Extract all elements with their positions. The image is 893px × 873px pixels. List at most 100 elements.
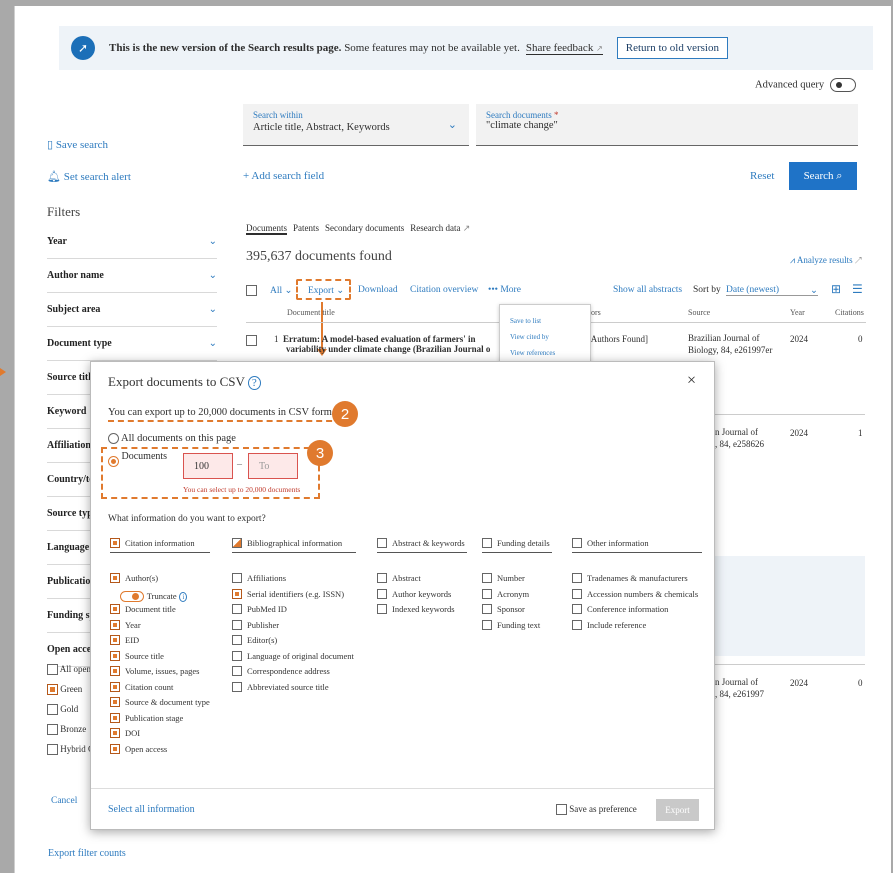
checkbox[interactable] bbox=[232, 681, 242, 692]
filter-3[interactable]: Document type ⌄ bbox=[47, 327, 217, 361]
checkbox[interactable] bbox=[110, 728, 120, 739]
advanced-query-toggle[interactable] bbox=[830, 78, 857, 92]
info-icon[interactable]: i bbox=[179, 592, 188, 602]
open-access-option[interactable]: Gold bbox=[47, 704, 78, 716]
export-option[interactable]: Author(s) bbox=[110, 571, 210, 587]
export-option[interactable]: Indexed keywords bbox=[377, 602, 467, 618]
export-button[interactable]: Export bbox=[656, 799, 699, 821]
checkbox[interactable] bbox=[110, 681, 120, 692]
checkbox[interactable] bbox=[110, 712, 120, 723]
row-source[interactable]: Brazilian Journal of Biology, 84, e261997… bbox=[688, 332, 772, 356]
export-option[interactable]: Include reference bbox=[572, 617, 702, 633]
checkbox[interactable] bbox=[572, 588, 582, 599]
all-documents-option[interactable]: All documents on this page bbox=[108, 433, 236, 445]
export-option[interactable]: EID bbox=[110, 633, 210, 649]
checkbox[interactable] bbox=[232, 635, 242, 646]
info-icon[interactable]: ? bbox=[247, 376, 261, 390]
checkbox[interactable] bbox=[482, 588, 492, 599]
analyze-results-link[interactable]: ⩘ Analyze results ↗ bbox=[790, 255, 862, 266]
grid-view-icon[interactable]: ⊞ bbox=[831, 282, 841, 297]
checkbox[interactable] bbox=[377, 588, 387, 599]
column-header[interactable]: Bibliographical information bbox=[232, 537, 356, 553]
export-option[interactable]: Abstract bbox=[377, 571, 467, 587]
export-option[interactable]: Source & document type bbox=[110, 695, 210, 711]
row-checkbox[interactable] bbox=[246, 334, 257, 346]
filter-1[interactable]: Author name ⌄ bbox=[47, 259, 217, 293]
column-checkbox[interactable] bbox=[572, 537, 582, 548]
export-option[interactable]: Editor(s) bbox=[232, 633, 356, 649]
add-search-field-button[interactable]: + Add search field bbox=[243, 170, 324, 182]
documents-range-radio[interactable] bbox=[108, 456, 119, 468]
save-search-link[interactable]: ▯ Save search bbox=[47, 138, 108, 151]
checkbox[interactable] bbox=[232, 604, 242, 615]
tab-secondary-documents[interactable]: Secondary documents bbox=[325, 223, 404, 235]
export-option[interactable]: Publisher bbox=[232, 617, 356, 633]
checkbox[interactable] bbox=[47, 724, 58, 736]
export-option[interactable]: Tradenames & manufacturers bbox=[572, 571, 702, 587]
column-checkbox[interactable] bbox=[110, 537, 120, 548]
export-option[interactable]: Serial identifiers (e.g. ISSN) bbox=[232, 586, 356, 602]
checkbox[interactable] bbox=[47, 744, 58, 756]
save-as-preference[interactable]: Save as preference bbox=[556, 804, 637, 816]
export-option[interactable]: Accession numbers & chemicals bbox=[572, 586, 702, 602]
export-option[interactable]: Volume, issues, pages bbox=[110, 664, 210, 680]
more-button[interactable]: ••• More bbox=[488, 285, 521, 295]
export-option[interactable]: Affiliations bbox=[232, 571, 356, 587]
checkbox[interactable] bbox=[47, 684, 58, 696]
save-preference-checkbox[interactable] bbox=[556, 804, 567, 816]
close-icon[interactable]: × bbox=[687, 372, 696, 390]
download-button[interactable]: Download bbox=[358, 285, 398, 295]
export-option[interactable]: PubMed ID bbox=[232, 602, 356, 618]
checkbox[interactable] bbox=[572, 604, 582, 615]
tab-documents[interactable]: Documents bbox=[246, 223, 287, 235]
checkbox[interactable] bbox=[110, 604, 120, 615]
documents-range-option[interactable]: Documents bbox=[108, 451, 167, 468]
column-header[interactable]: Citation information bbox=[110, 537, 210, 553]
checkbox[interactable] bbox=[110, 619, 120, 630]
document-title-link[interactable]: Erratum: A model-based evaluation of far… bbox=[283, 334, 476, 344]
checkbox[interactable] bbox=[232, 588, 242, 599]
return-old-version-button[interactable]: Return to old version bbox=[616, 37, 728, 59]
export-option[interactable]: Acronym bbox=[482, 586, 552, 602]
column-checkbox[interactable] bbox=[377, 537, 387, 548]
export-option[interactable]: Funding text bbox=[482, 617, 552, 633]
export-option[interactable]: Correspondence address bbox=[232, 664, 356, 680]
sort-select[interactable]: Date (newest) ⌄ bbox=[726, 285, 818, 296]
export-option[interactable]: Open access bbox=[110, 741, 210, 757]
export-dropdown-button[interactable]: Export ⌄ bbox=[308, 285, 344, 296]
checkbox[interactable] bbox=[482, 573, 492, 584]
checkbox[interactable] bbox=[232, 650, 242, 661]
checkbox[interactable] bbox=[232, 573, 242, 584]
filter-2[interactable]: Subject area ⌄ bbox=[47, 293, 217, 327]
header-document-title[interactable]: Document title bbox=[287, 308, 335, 317]
select-all-checkbox[interactable] bbox=[246, 285, 257, 296]
search-button[interactable]: Search ⌕ bbox=[789, 162, 857, 190]
export-filter-counts-link[interactable]: Export filter counts bbox=[48, 848, 126, 859]
truncate-toggle[interactable]: Truncate i bbox=[110, 590, 190, 604]
export-option[interactable]: Language of original document bbox=[232, 648, 356, 664]
row-source[interactable]: n Journal of, 84, e258626 bbox=[715, 426, 764, 450]
reset-button[interactable]: Reset bbox=[750, 170, 774, 182]
export-option[interactable]: Sponsor bbox=[482, 602, 552, 618]
export-option[interactable]: DOI bbox=[110, 726, 210, 742]
checkbox[interactable] bbox=[232, 619, 242, 630]
header-year[interactable]: Year bbox=[790, 308, 805, 317]
range-from-input[interactable]: 100 bbox=[183, 453, 233, 479]
header-citations[interactable]: Citations bbox=[835, 308, 864, 317]
column-checkbox[interactable] bbox=[232, 537, 242, 548]
checkbox[interactable] bbox=[572, 619, 582, 630]
export-option[interactable]: Author keywords bbox=[377, 586, 467, 602]
export-option[interactable]: Year bbox=[110, 617, 210, 633]
export-option[interactable]: Abbreviated source title bbox=[232, 679, 356, 695]
filter-0[interactable]: Year ⌄ bbox=[47, 225, 217, 259]
column-header[interactable]: Other information bbox=[572, 537, 702, 553]
menu-item-view-references[interactable]: View references bbox=[510, 343, 580, 363]
export-option[interactable]: Citation count bbox=[110, 679, 210, 695]
all-dropdown[interactable]: All ⌄ bbox=[270, 285, 292, 296]
checkbox[interactable] bbox=[47, 704, 58, 716]
search-documents-input[interactable]: Search documents * "climate change" bbox=[476, 104, 858, 146]
column-checkbox[interactable] bbox=[482, 537, 492, 548]
checkbox[interactable] bbox=[110, 573, 120, 584]
advanced-query[interactable]: Advanced query bbox=[755, 78, 857, 92]
checkbox[interactable] bbox=[47, 664, 58, 676]
